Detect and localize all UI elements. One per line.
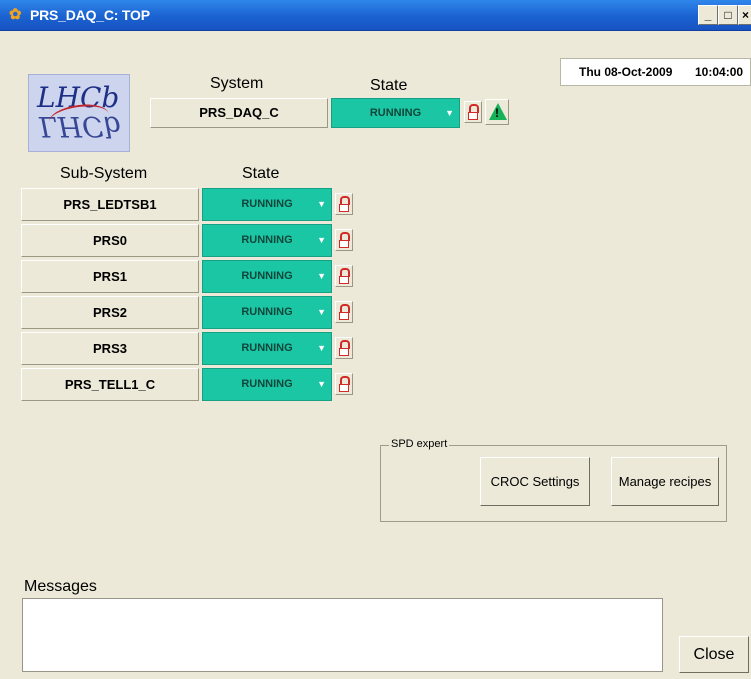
lhcb-logo: LHCb LHCb bbox=[28, 74, 130, 152]
subsystem-state-value: RUNNING bbox=[241, 234, 293, 246]
system-state-value: RUNNING bbox=[369, 107, 422, 119]
dropdown-arrow-icon: ▼ bbox=[317, 199, 326, 209]
subsystem-state-select[interactable]: RUNNING ▼ bbox=[202, 224, 332, 257]
dropdown-arrow-icon: ▼ bbox=[317, 343, 326, 353]
dropdown-arrow-icon: ▼ bbox=[317, 307, 326, 317]
subsystem-state-value: RUNNING bbox=[241, 306, 293, 318]
subsystem-state-header: State bbox=[242, 165, 280, 182]
warning-icon[interactable]: ! bbox=[485, 99, 509, 125]
subsystem-lock-icon[interactable] bbox=[335, 229, 353, 251]
dropdown-arrow-icon: ▼ bbox=[317, 379, 326, 389]
system-lock-icon[interactable] bbox=[464, 101, 482, 123]
dropdown-arrow-icon: ▼ bbox=[317, 271, 326, 281]
manage-recipes-button[interactable]: Manage recipes bbox=[611, 457, 719, 506]
subsystem-name-button[interactable]: PRS_TELL1_C bbox=[21, 368, 199, 401]
croc-settings-button[interactable]: CROC Settings bbox=[480, 457, 590, 506]
system-state-select[interactable]: RUNNING ▼ bbox=[331, 98, 460, 128]
subsystem-lock-icon[interactable] bbox=[335, 193, 353, 215]
date-text: Thu 08-Oct-2009 bbox=[579, 65, 673, 79]
state-header: State bbox=[370, 77, 408, 94]
subsystem-name-button[interactable]: PRS2 bbox=[21, 296, 199, 329]
subsystem-state-value: RUNNING bbox=[241, 378, 293, 390]
minimize-button[interactable]: _ bbox=[698, 5, 718, 25]
dropdown-arrow-icon: ▼ bbox=[317, 235, 326, 245]
dropdown-arrow-icon: ▼ bbox=[445, 108, 454, 118]
subsystem-name-button[interactable]: PRS_LEDTSB1 bbox=[21, 188, 199, 221]
subsystem-name-button[interactable]: PRS1 bbox=[21, 260, 199, 293]
app-gear-icon: ✿ bbox=[9, 6, 22, 23]
subsystem-state-select[interactable]: RUNNING ▼ bbox=[202, 296, 332, 329]
messages-label: Messages bbox=[24, 578, 97, 595]
subsystem-name-button[interactable]: PRS3 bbox=[21, 332, 199, 365]
window-titlebar[interactable]: ✿ PRS_DAQ_C: TOP _ □ × bbox=[0, 0, 751, 31]
system-header: System bbox=[210, 75, 264, 92]
time-text: 10:04:00 bbox=[695, 65, 744, 79]
spd-expert-legend: SPD expert bbox=[389, 438, 450, 450]
subsystem-lock-icon[interactable] bbox=[335, 301, 353, 323]
subsystem-header: Sub-System bbox=[60, 165, 148, 182]
subsystem-state-select[interactable]: RUNNING ▼ bbox=[202, 188, 332, 221]
subsystem-lock-icon[interactable] bbox=[335, 265, 353, 287]
subsystem-state-select[interactable]: RUNNING ▼ bbox=[202, 260, 332, 293]
window-title: PRS_DAQ_C: TOP bbox=[30, 7, 150, 23]
subsystem-name-button[interactable]: PRS0 bbox=[21, 224, 199, 257]
spd-expert-group: SPD expert CROC Settings Manage recipes bbox=[380, 438, 727, 522]
close-button[interactable]: Close bbox=[679, 636, 749, 673]
system-name-button[interactable]: PRS_DAQ_C bbox=[150, 98, 328, 128]
datetime-display: Thu 08-Oct-2009 10:04:00 bbox=[560, 58, 751, 86]
messages-box[interactable] bbox=[22, 598, 663, 672]
subsystem-state-select[interactable]: RUNNING ▼ bbox=[202, 332, 332, 365]
close-window-button[interactable]: × bbox=[738, 5, 751, 25]
maximize-button[interactable]: □ bbox=[718, 5, 738, 25]
subsystem-state-value: RUNNING bbox=[241, 342, 293, 354]
subsystem-lock-icon[interactable] bbox=[335, 373, 353, 395]
subsystem-state-value: RUNNING bbox=[241, 198, 293, 210]
subsystem-lock-icon[interactable] bbox=[335, 337, 353, 359]
subsystem-state-value: RUNNING bbox=[241, 270, 293, 282]
subsystem-state-select[interactable]: RUNNING ▼ bbox=[202, 368, 332, 401]
